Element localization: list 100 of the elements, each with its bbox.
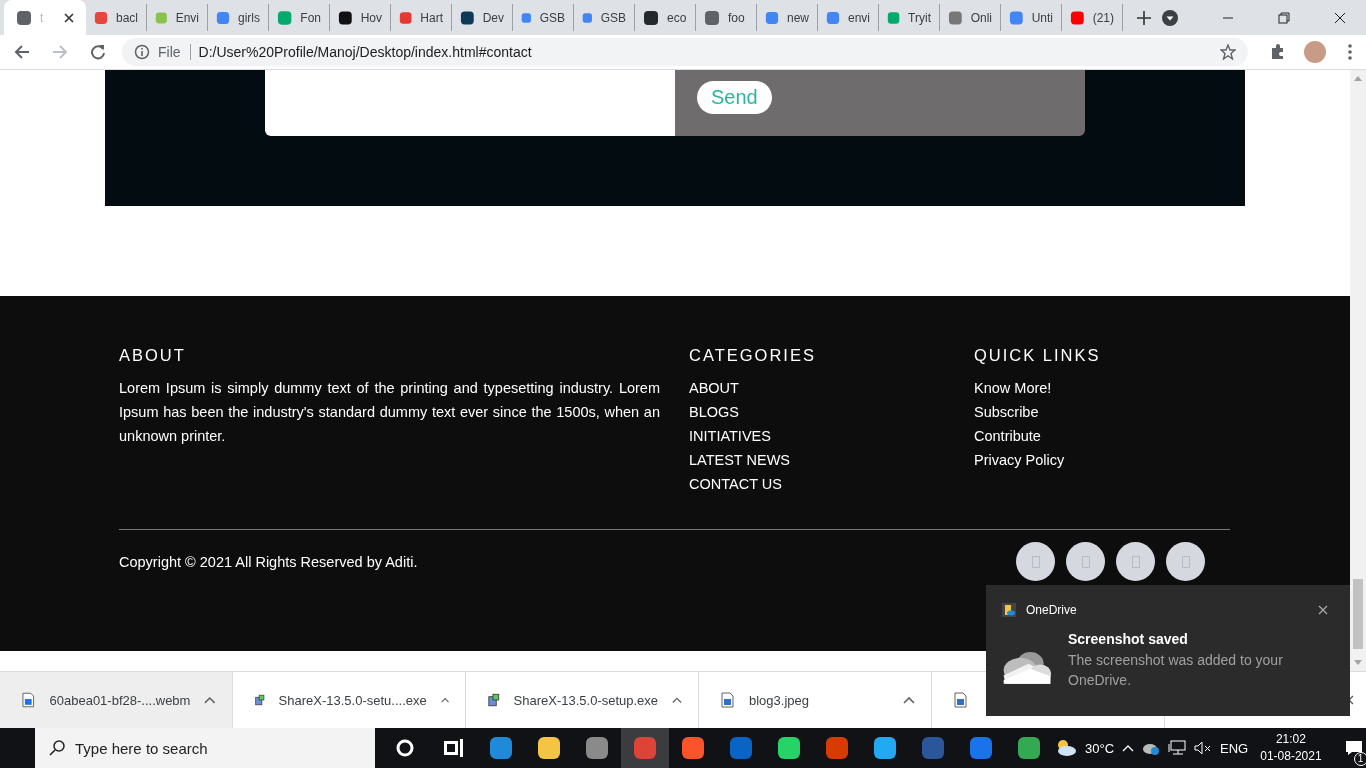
scheme-label: File [158,44,191,60]
folder-icon [1002,603,1016,617]
tab-title: Hov [360,10,382,25]
menu-icon[interactable] [1348,44,1352,60]
browser-tab[interactable]: Envi [147,4,208,31]
file-name: 60abea01-bf28-....webm [49,692,191,708]
social-button[interactable] [1166,542,1205,581]
circle-icon[interactable] [394,737,416,759]
notification-icon[interactable] [1344,740,1363,756]
browser-tab[interactable]: foo [696,4,757,31]
missing-glyph-icon [1081,555,1090,568]
tab-title: Tryit [908,10,931,25]
file-name: blog3.jpeg [749,692,810,708]
tab-title: foo [728,10,745,25]
tab-title: envi [848,10,870,25]
info-icon[interactable] [134,44,150,60]
footer-heading: CATEGORIES [689,346,816,365]
browser-tab[interactable]: Fon [269,4,330,31]
clock-date[interactable]: 01-08-2021 [1260,748,1322,765]
browser-tab[interactable]: GSB [513,4,574,31]
footer-link[interactable]: BLOGS [689,400,739,424]
missing-glyph-icon [1031,555,1040,568]
app-icon[interactable] [681,736,705,760]
scrollbar[interactable] [1350,70,1366,671]
clock-time[interactable]: 21:02 [1275,731,1306,748]
task-view-icon[interactable] [442,737,464,759]
browser-tab[interactable]: Hart [391,4,452,31]
browser-tab[interactable]: Hov [330,4,391,31]
new-tab-icon[interactable] [1137,11,1151,25]
app-icon[interactable] [489,736,513,760]
tab-title: t [40,10,45,25]
muted-speaker-icon[interactable] [1194,741,1213,755]
tab-title: new [787,10,809,25]
footer-link[interactable]: Privacy Policy [974,448,1065,472]
footer-heading: ABOUT [119,346,186,365]
language-indicator[interactable]: ENG [1220,740,1249,756]
download-item[interactable]: 60abea01-bf28-....webm [0,672,233,728]
url-text: D:/User%20Profile/Manoj/Desktop/index.html#contact [198,44,532,60]
app-icon[interactable] [1017,736,1041,760]
close-icon[interactable] [1334,11,1346,24]
missing-glyph-icon [1131,555,1140,568]
browser-tab[interactable]: Onli [940,4,1001,31]
footer-link[interactable]: Subscribe [974,400,1039,424]
file-name: ShareX-13.5.0-setu....exe [278,692,427,708]
search-icon [49,740,65,756]
puzzle-icon[interactable] [1270,44,1286,60]
footer-link[interactable]: Contribute [974,424,1041,448]
tab-title: girls [238,10,260,25]
browser-tab[interactable]: (21) [1062,4,1123,31]
tab-title: Envi [175,10,199,25]
file-icon [22,692,36,708]
browser-tab[interactable]: girls [208,4,269,31]
temperature-text: 30°C [1085,740,1115,756]
scrollbar-thumb[interactable] [1353,579,1363,649]
browser-tab[interactable]: GSB [574,4,635,31]
tab-title: Onli [970,10,992,25]
maximize-icon[interactable] [1278,11,1290,24]
browser-tab[interactable]: bacl [86,4,147,31]
footer-link[interactable]: LATEST NEWS [689,448,790,472]
social-button[interactable] [1016,542,1055,581]
cloud-icon[interactable] [1142,741,1161,755]
file-icon [488,692,500,708]
footer-paragraph: Lorem Ipsum is simply dummy text of the printing and typesetting industry. Lorem Ipsum has been the industry's standard dummy text ever since the 1500s, when an unknown printer. [119,379,660,446]
social-button[interactable] [1116,542,1155,581]
tab-title: Fon [300,10,321,25]
file-icon [721,692,735,708]
browser-tab[interactable]: Dev [452,4,513,31]
file-icon [255,692,265,708]
reload-icon[interactable] [90,44,106,60]
back-icon[interactable] [14,44,30,60]
social-button[interactable] [1066,542,1105,581]
file-name: ShareX-13.5.0-setup.exe [513,692,659,708]
star-icon[interactable] [1220,44,1236,60]
missing-glyph-icon [1181,555,1190,568]
app-icon[interactable] [873,736,897,760]
app-icon[interactable] [537,736,561,760]
browser-tab[interactable]: envi [818,4,879,31]
footer-link[interactable]: Know More! [974,376,1052,400]
browser-tab[interactable]: Tryit [879,4,940,31]
network-icon[interactable] [1168,740,1187,756]
browser-tab[interactable]: Unti [1001,4,1062,31]
chevron-up-icon[interactable] [903,696,915,704]
notification-message: The screenshot was added to your OneDrive. [1068,651,1284,690]
copyright-text: Copyright © 2021 All Rights Reserved by Aditi. [119,553,418,570]
close-icon[interactable] [1318,605,1328,615]
app-icon[interactable] [777,736,801,760]
close-icon[interactable] [64,12,74,23]
search-field[interactable]: Type here to search [35,728,375,768]
browser-tab[interactable]: new [757,4,818,31]
footer-link[interactable]: CONTACT US [689,472,782,496]
tab-title: GSB [539,10,565,25]
tab-title: bacl [116,10,138,25]
address-bar[interactable]: File D:/User%20Profile/Manoj/Desktop/index.html#contact [122,38,1248,66]
tab-title: Unti [1031,10,1053,25]
footer-link[interactable]: INITIATIVES [689,424,771,448]
notification-count: 1 [1353,752,1366,766]
footer-link[interactable]: ABOUT [689,376,739,400]
browser-tab[interactable]: eco [635,4,696,31]
app-icon[interactable] [585,736,609,760]
dropdown-icon[interactable] [1162,9,1178,26]
